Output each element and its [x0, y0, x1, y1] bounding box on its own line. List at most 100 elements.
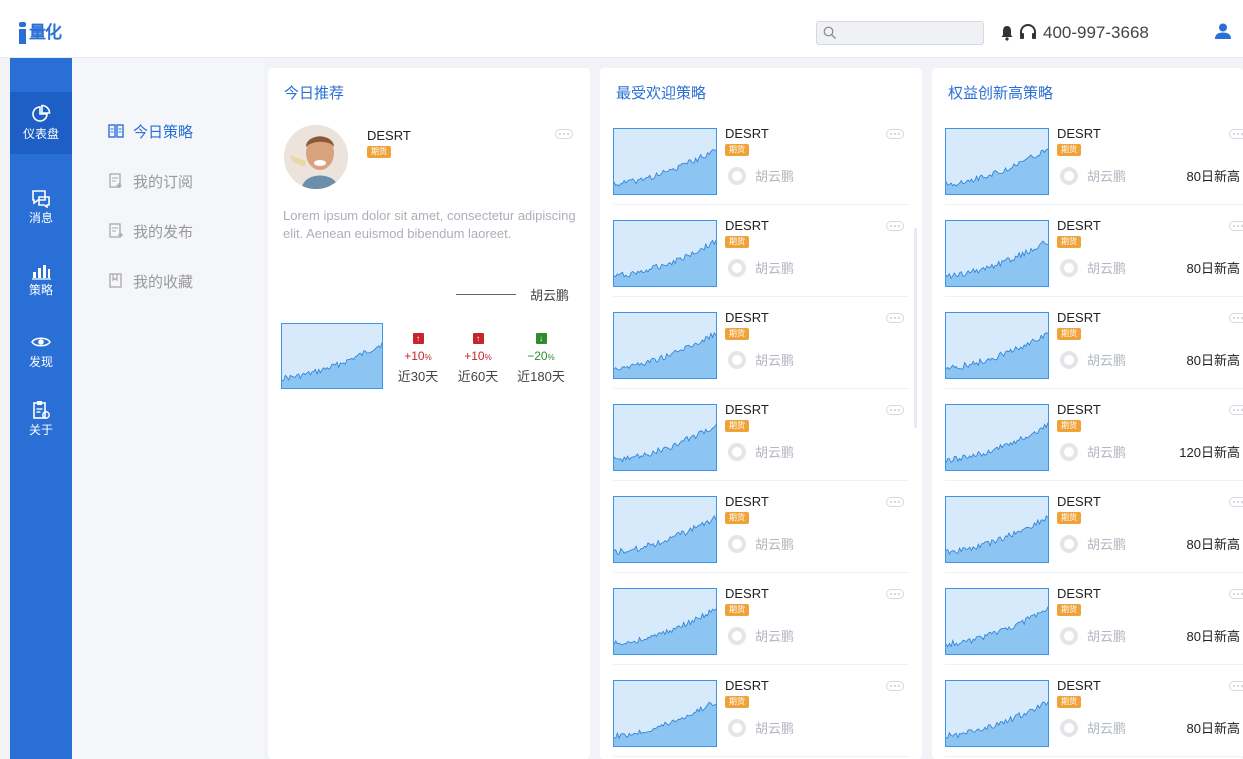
- more-options-icon[interactable]: [1229, 681, 1243, 691]
- scrollbar[interactable]: [914, 228, 917, 428]
- strategy-card[interactable]: DESRT 期货 胡云鹏: [613, 216, 909, 304]
- strategy-card[interactable]: DESRT 期货 胡云鹏: [613, 400, 909, 488]
- strategy-name[interactable]: DESRT: [725, 126, 769, 141]
- new-high-label: 80日新高: [1186, 629, 1240, 644]
- strategy-card[interactable]: DESRT 期货 胡云鹏: [613, 492, 909, 580]
- author-name: 胡云鹏: [530, 288, 570, 303]
- search-input[interactable]: [841, 24, 979, 42]
- card-divider: [613, 572, 909, 573]
- nav-item-dashboard[interactable]: 仪表盘: [10, 92, 72, 154]
- sub-sidebar: 今日策略 我的订阅 我的发布 我的收藏: [72, 58, 264, 759]
- more-options-icon[interactable]: [1229, 589, 1243, 599]
- strategy-name[interactable]: DESRT: [1057, 402, 1101, 417]
- strategy-name[interactable]: DESRT: [1057, 126, 1101, 141]
- more-options-icon[interactable]: [886, 221, 904, 231]
- card-divider: [613, 204, 909, 205]
- strategy-name[interactable]: DESRT: [1057, 310, 1101, 325]
- equity-chart[interactable]: [613, 312, 717, 379]
- equity-line-chart: [614, 239, 716, 286]
- subnav-item-my-subscriptions[interactable]: 我的订阅: [108, 170, 193, 192]
- nav-item-about[interactable]: 关于: [10, 388, 72, 450]
- equity-chart[interactable]: [613, 220, 717, 287]
- more-options-icon[interactable]: [1229, 221, 1243, 231]
- avatar[interactable]: [284, 125, 348, 189]
- equity-chart[interactable]: [945, 312, 1049, 379]
- subnav-label: 我的收藏: [133, 273, 194, 291]
- strategy-card[interactable]: DESRT 期货 胡云鹏: [613, 124, 909, 212]
- app-logo[interactable]: 量化: [18, 20, 62, 44]
- period-label: 近60天: [457, 369, 499, 384]
- strategy-name[interactable]: DESRT: [725, 218, 769, 233]
- performance-60d: ↑ +10% 近60天: [453, 328, 503, 386]
- top-bar: 量化 400-997-3668: [0, 0, 1243, 58]
- strategy-card[interactable]: DESRT 期货 胡云鹏 80日新高: [945, 584, 1243, 672]
- equity-chart[interactable]: [613, 680, 717, 747]
- equity-chart[interactable]: [945, 220, 1049, 287]
- equity-chart[interactable]: [613, 588, 717, 655]
- nav-item-messages[interactable]: 消息: [10, 176, 72, 238]
- strategy-name[interactable]: DESRT: [1057, 678, 1101, 693]
- equity-area: [614, 332, 716, 378]
- strategy-name[interactable]: DESRT: [725, 494, 769, 509]
- equity-chart[interactable]: [945, 128, 1049, 195]
- more-options-icon[interactable]: [1229, 129, 1243, 139]
- equity-chart[interactable]: [945, 496, 1049, 563]
- subscribe-icon: [109, 173, 122, 188]
- subnav-item-today-strategy[interactable]: 今日策略: [108, 120, 193, 142]
- more-options-icon[interactable]: [1229, 405, 1243, 415]
- strategy-card[interactable]: DESRT 期货 胡云鹏 80日新高: [945, 492, 1243, 580]
- nav-item-discover[interactable]: 发现: [10, 320, 72, 382]
- more-options-icon[interactable]: [886, 129, 904, 139]
- search-box[interactable]: [816, 21, 984, 45]
- user-icon[interactable]: [1214, 23, 1232, 39]
- strategy-card[interactable]: DESRT 期货 胡云鹏: [613, 676, 909, 759]
- category-tag: 期货: [1057, 328, 1081, 340]
- return-value: −20: [527, 349, 548, 363]
- more-options-icon[interactable]: [886, 313, 904, 323]
- strategy-card[interactable]: DESRT 期货 胡云鹏 80日新高: [945, 308, 1243, 396]
- strategy-card[interactable]: DESRT 期货 胡云鹏 80日新高: [945, 216, 1243, 304]
- strategy-card[interactable]: DESRT 期货 胡云鹏 80日新高: [945, 676, 1243, 759]
- strategy-card[interactable]: DESRT 期货 胡云鹏 120日新高: [945, 400, 1243, 488]
- more-options-icon[interactable]: [886, 497, 904, 507]
- strategy-card[interactable]: DESRT 期货 胡云鹏 80日新高: [945, 124, 1243, 212]
- equity-line-chart: [614, 515, 716, 562]
- book-icon: [108, 124, 124, 138]
- subnav-item-my-favorites[interactable]: 我的收藏: [108, 270, 193, 292]
- more-options-icon[interactable]: [886, 681, 904, 691]
- author-name: 胡云鹏: [1087, 169, 1127, 184]
- strategy-card[interactable]: DESRT 期货 胡云鹏: [613, 308, 909, 396]
- strategy-name[interactable]: DESRT: [725, 310, 769, 325]
- strategy-name[interactable]: DESRT: [1057, 218, 1101, 233]
- strategy-name[interactable]: DESRT: [1057, 586, 1101, 601]
- author-name: 胡云鹏: [755, 353, 795, 368]
- strategy-name[interactable]: DESRT: [725, 678, 769, 693]
- card-divider: [945, 572, 1243, 573]
- headset-icon[interactable]: [1019, 24, 1037, 40]
- equity-chart[interactable]: [613, 404, 717, 471]
- bell-icon[interactable]: [1000, 25, 1014, 41]
- equity-chart[interactable]: [281, 323, 383, 389]
- message-icon: [32, 190, 50, 208]
- strategy-card[interactable]: DESRT 期货 胡云鹏: [613, 584, 909, 672]
- equity-chart[interactable]: [945, 588, 1049, 655]
- strategy-name[interactable]: DESRT: [1057, 494, 1101, 509]
- equity-chart[interactable]: [945, 404, 1049, 471]
- equity-chart[interactable]: [613, 128, 717, 195]
- more-options-icon[interactable]: [555, 129, 573, 139]
- more-options-icon[interactable]: [1229, 313, 1243, 323]
- featured-strategy-name[interactable]: DESRT: [367, 128, 411, 143]
- more-options-icon[interactable]: [886, 589, 904, 599]
- equity-line-chart: [614, 701, 716, 746]
- strategy-name[interactable]: DESRT: [725, 586, 769, 601]
- return-unit: %: [484, 353, 492, 362]
- panel-title: 今日推荐: [284, 85, 345, 102]
- author-avatar-icon: [1060, 259, 1078, 277]
- nav-item-strategy[interactable]: 策略: [10, 248, 72, 310]
- subnav-item-my-publications[interactable]: 我的发布: [108, 220, 193, 242]
- equity-chart[interactable]: [613, 496, 717, 563]
- more-options-icon[interactable]: [886, 405, 904, 415]
- strategy-name[interactable]: DESRT: [725, 402, 769, 417]
- equity-chart[interactable]: [945, 680, 1049, 747]
- more-options-icon[interactable]: [1229, 497, 1243, 507]
